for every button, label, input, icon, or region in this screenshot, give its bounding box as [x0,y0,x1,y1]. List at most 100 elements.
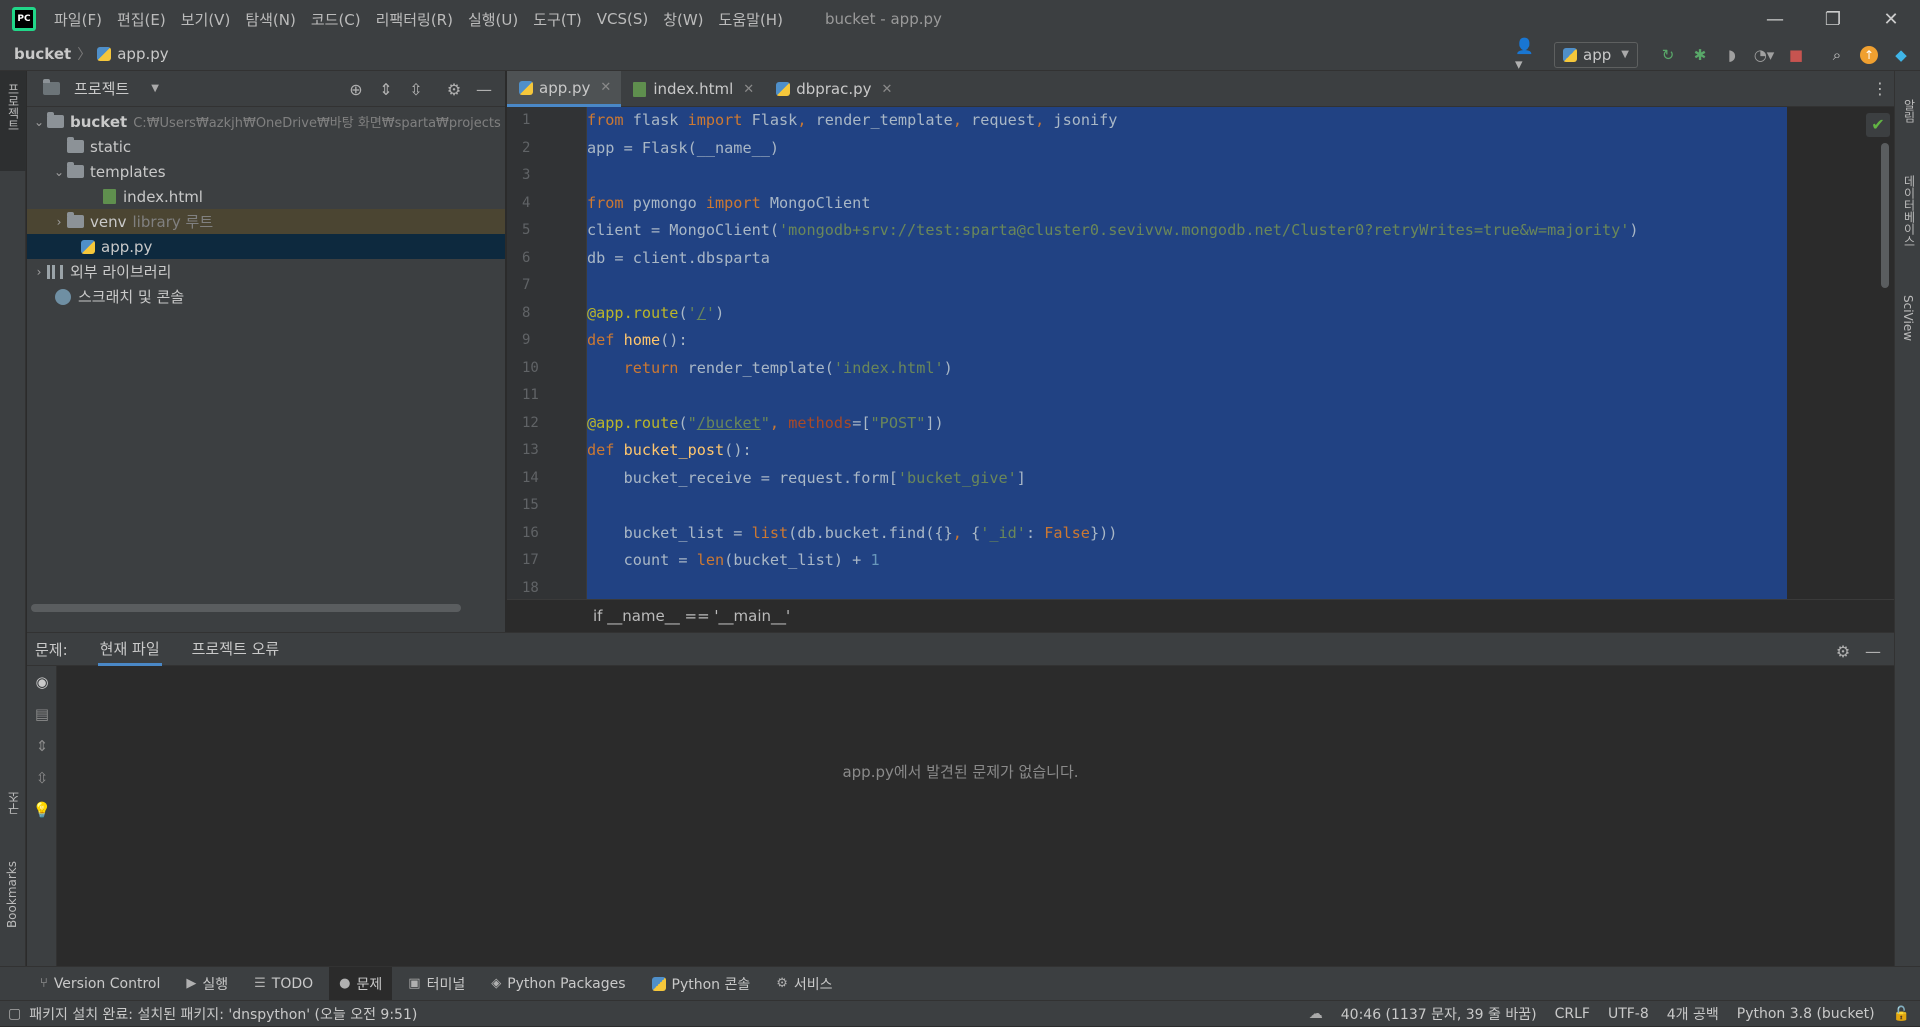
lightbulb-icon[interactable]: 💡 [27,794,57,826]
close-icon[interactable]: ✕ [743,82,754,97]
expand-all-icon[interactable]: ⇕ [373,77,399,101]
user-icon[interactable]: 👤▾ [1515,37,1537,73]
database-tool-button[interactable]: 데이터베이스 [1901,175,1918,247]
tool-python-console[interactable]: Python 콘솔 [651,967,750,1001]
lock-icon[interactable]: 🔓 [1893,1006,1910,1022]
tool-run[interactable]: ▶ 실행 [186,967,228,1001]
code-line-17: count = len(bucket_list) + 1 [587,547,1787,575]
tab-index-html[interactable]: index.html ✕ [621,71,764,107]
file-encoding[interactable]: UTF-8 [1608,1006,1649,1022]
project-panel-title[interactable]: 프로젝트 [74,78,129,99]
debug-icon[interactable]: ✱ [1689,44,1711,66]
close-button[interactable]: ✕ [1862,0,1920,38]
menu-window[interactable]: 창(W) [663,9,703,30]
profile-icon[interactable]: ◔▾ [1753,44,1775,66]
collapse-all-icon[interactable]: ⇳ [403,77,429,101]
menu-vcs[interactable]: VCS(S) [597,10,648,28]
inspection-ok-icon[interactable]: ✔ [1866,113,1890,137]
tool-services[interactable]: ⚙ 서비스 [776,967,832,1001]
toolbox-icon[interactable]: ◆ [1890,44,1912,66]
project-tool-button[interactable]: 프로젝트 [5,83,22,131]
vertical-scrollbar[interactable] [1881,143,1889,288]
menu-help[interactable]: 도움말(H) [719,9,783,30]
locate-icon[interactable]: ⊕ [343,77,369,101]
chevron-right-icon[interactable]: › [51,215,67,229]
menu-edit[interactable]: 편집(E) [117,9,166,30]
close-icon[interactable]: ✕ [600,80,611,95]
tree-item-index-html[interactable]: index.html [27,184,505,209]
chevron-right-icon[interactable]: › [31,265,47,279]
tree-item-templates[interactable]: ⌄ templates [27,159,505,184]
menu-tools[interactable]: 도구(T) [533,9,581,30]
tool-python-packages[interactable]: ◈ Python Packages [491,967,625,1001]
toggle-tool-windows-icon[interactable]: ▢ [8,1006,21,1022]
code-editor[interactable]: from flask import Flask, render_template… [587,107,1787,599]
menu-code[interactable]: 코드(C) [311,9,361,30]
hide-icon[interactable]: — [1860,639,1886,663]
stop-icon[interactable]: ■ [1785,44,1807,66]
line-separator[interactable]: CRLF [1555,1006,1590,1022]
tool-problems[interactable]: ● 문제 [329,966,393,1001]
python-file-icon [81,239,95,254]
tool-label: Version Control [53,975,161,992]
menu-refactor[interactable]: 리팩터링(R) [376,9,453,30]
run-configuration-select[interactable]: app ▼ [1554,41,1638,68]
gear-icon[interactable]: ⚙ [1830,639,1856,663]
tab-project-errors[interactable]: 프로젝트 오류 [190,633,282,666]
more-options-icon[interactable]: ⋮ [1872,79,1888,98]
breadcrumb-project[interactable]: bucket [14,45,71,63]
tree-item-bucket[interactable]: ⌄ bucket C:₩Users₩azkjh₩OneDrive₩바탕 화면₩s… [27,109,505,134]
search-icon[interactable]: ⌕ [1826,44,1848,66]
background-tasks-icon[interactable]: ☁ [1309,1006,1323,1022]
tab-app-py[interactable]: app.py ✕ [507,71,622,107]
problems-panel: 문제: 현재 파일 프로젝트 오류 ⚙ — ◉ ▤ ⇕ ⇳ 💡 app.py에서… [27,632,1894,967]
tree-item-scratches[interactable]: 스크래치 및 콘솔 [27,284,505,309]
line-number: 13 [522,442,539,458]
coverage-icon[interactable]: ◗ [1721,44,1743,66]
pycharm-logo-icon [12,7,36,31]
code-breadcrumb[interactable]: if __name__ == '__main__' [507,599,1894,632]
chevron-down-icon[interactable]: ⌄ [31,115,47,129]
menu-file[interactable]: 파일(F) [54,9,102,30]
tab-current-file[interactable]: 현재 파일 [97,633,162,666]
tree-item-venv[interactable]: › venv library 루트 [27,209,505,234]
minimize-button[interactable]: — [1746,0,1804,38]
preview-icon[interactable]: ▤ [27,698,57,730]
tree-item-label: venv [90,212,127,231]
chevron-down-icon[interactable]: ▼ [151,83,159,94]
status-message[interactable]: 패키지 설치 완료: 설치된 패키지: 'dnspython' (오늘 오전 9… [29,1004,417,1024]
tool-version-control[interactable]: ⑂ Version Control [40,967,160,1001]
close-icon[interactable]: ✕ [882,82,893,97]
python-interpreter[interactable]: Python 3.8 (bucket) [1737,1006,1875,1022]
code-line-12: @app.route("/bucket", methods=["POST"]) [587,410,1787,438]
tree-item-app-py[interactable]: app.py [27,234,505,259]
sciview-tool-button[interactable]: SciView [1901,295,1915,341]
menu-run[interactable]: 실행(U) [468,9,518,30]
tool-terminal[interactable]: ▣ 터미널 [408,967,465,1001]
expand-all-icon[interactable]: ⇕ [27,730,57,762]
breadcrumb-file[interactable]: app.py [97,45,169,63]
tree-item-external-libraries[interactable]: › 외부 라이브러리 [27,259,505,284]
gear-icon[interactable]: ⚙ [441,77,467,101]
eye-icon[interactable]: ◉ [27,666,57,698]
bookmarks-tool-button[interactable]: Bookmarks [5,861,19,928]
notifications-tool-button[interactable]: 알림 [1901,99,1918,123]
tab-dbprac-py[interactable]: dbprac.py ✕ [764,71,902,107]
menu-navigate[interactable]: 탐색(N) [245,9,296,30]
tree-item-path: C:₩Users₩azkjh₩OneDrive₩바탕 화면₩sparta₩pro… [133,116,501,131]
tool-todo[interactable]: ☰ TODO [254,967,313,1001]
tool-label: 실행 [202,976,229,993]
menu-view[interactable]: 보기(V) [181,9,231,30]
tree-item-static[interactable]: static [27,134,505,159]
line-number: 6 [522,249,531,266]
restore-button[interactable]: ❐ [1804,0,1862,38]
update-icon[interactable]: ↑ [1858,44,1880,66]
chevron-down-icon[interactable]: ⌄ [51,165,67,179]
structure-tool-button[interactable]: 구조 [5,791,22,815]
indent-settings[interactable]: 4개 공백 [1667,1004,1719,1024]
token: render_template [806,111,953,129]
hide-icon[interactable]: — [471,77,497,101]
caret-position[interactable]: 40:46 (1137 문자, 39 줄 바꿈) [1341,1004,1537,1024]
horizontal-scrollbar[interactable] [31,604,461,612]
rerun-icon[interactable]: ↻ [1657,44,1679,66]
